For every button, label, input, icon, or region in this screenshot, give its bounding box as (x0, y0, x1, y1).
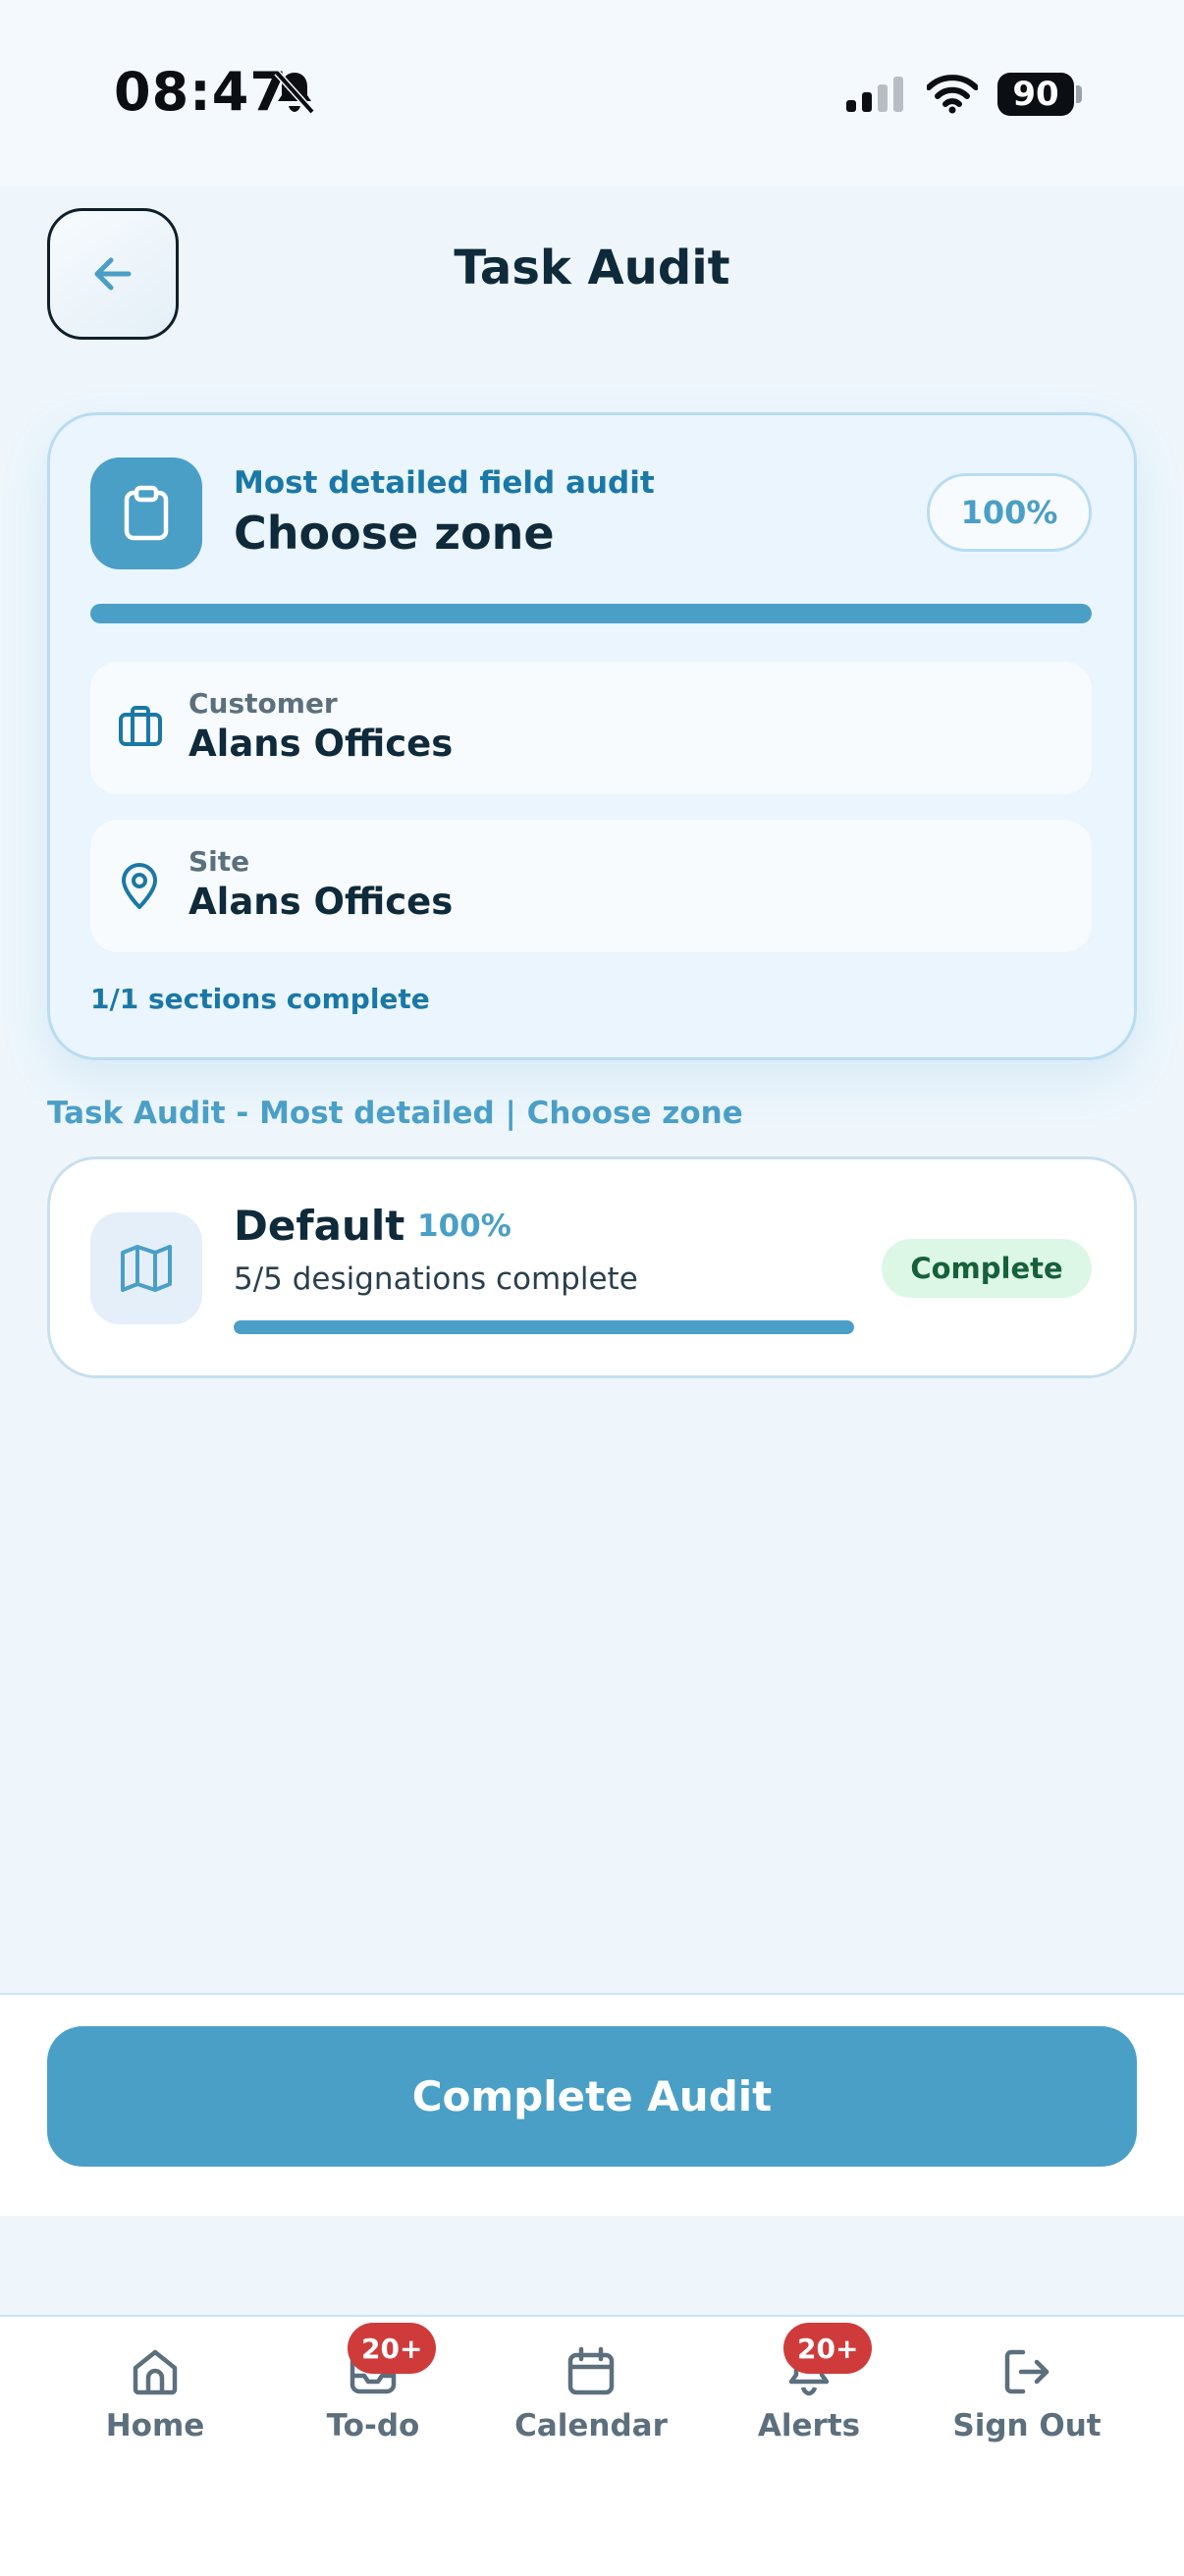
map-pin-icon (118, 862, 161, 911)
home-icon (130, 2341, 181, 2402)
site-value: Alans Offices (188, 881, 454, 923)
calendar-icon (565, 2341, 617, 2402)
customer-label: Customer (188, 687, 338, 720)
zone-progress-fill (234, 1320, 854, 1334)
battery-indicator: 90 (997, 73, 1074, 116)
nav-label-alerts: Alerts (757, 2408, 861, 2443)
customer-value: Alans Offices (188, 723, 454, 765)
site-label: Site (188, 845, 250, 878)
nav-label-sign-out: Sign Out (952, 2408, 1102, 2443)
alerts-count-badge: 20+ (783, 2323, 873, 2374)
wifi-icon (927, 75, 978, 114)
complete-audit-button[interactable]: Complete Audit (47, 2026, 1137, 2167)
clipboard-icon (90, 457, 202, 569)
signal-icon (846, 77, 907, 114)
nav-item-sign-out[interactable]: Sign Out (929, 2341, 1125, 2443)
page-title: Task Audit (454, 241, 730, 295)
nav-item-calendar[interactable]: Calendar (493, 2341, 689, 2443)
audit-title: Choose zone (234, 507, 555, 560)
status-badge: Complete (882, 1239, 1092, 1298)
nav-label-to-do: To-do (326, 2408, 420, 2443)
battery-cap (1076, 85, 1082, 103)
map-icon (90, 1212, 202, 1324)
status-time: 08:47 (114, 61, 288, 123)
nav-label-calendar: Calendar (514, 2408, 668, 2443)
nav-label-home: Home (105, 2408, 205, 2443)
progress-percent-badge: 100% (927, 473, 1092, 552)
todo-count-badge: 20+ (348, 2323, 437, 2374)
summary-progress-bar (90, 604, 1092, 623)
sections-complete-text: 1/1 sections complete (90, 983, 430, 1015)
zone-percent: 100% (417, 1208, 511, 1244)
nav-item-home[interactable]: Home (57, 2341, 253, 2443)
zone-progress-bar (234, 1320, 854, 1334)
audit-subtitle: Most detailed field audit (234, 465, 655, 501)
briefcase-icon (118, 705, 163, 748)
zone-name: Default (234, 1202, 405, 1250)
zone-description: 5/5 designations complete (234, 1261, 638, 1297)
summary-progress-fill (90, 604, 1092, 623)
breadcrumb: Task Audit - Most detailed | Choose zone (47, 1096, 743, 1131)
sign-out-icon (1001, 2341, 1052, 2402)
bell-muted-icon (273, 69, 316, 116)
